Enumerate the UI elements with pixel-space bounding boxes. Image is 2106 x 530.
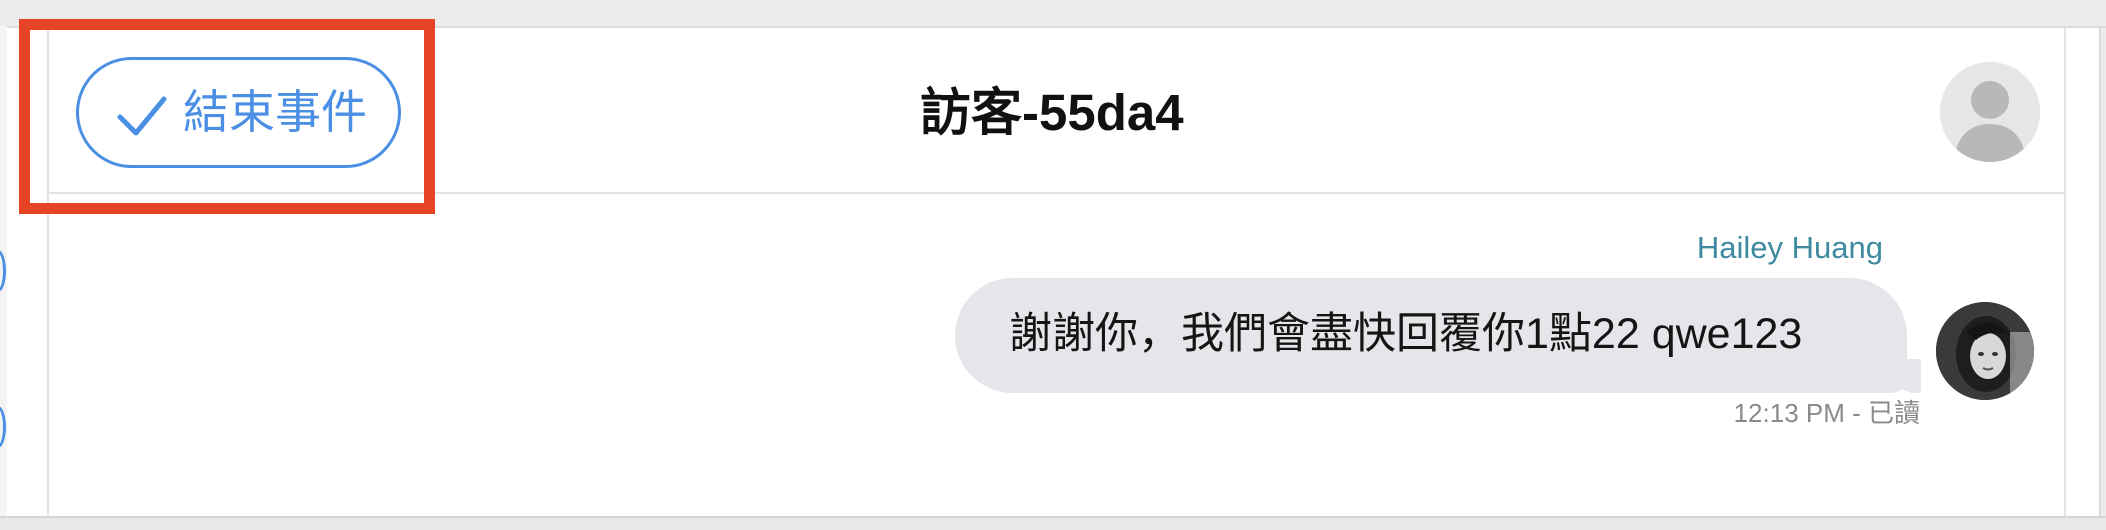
bubble-tail [1887,359,1921,393]
conversation-title: 訪客-55da4 [920,84,1184,141]
agent-photo-avatar [1936,302,2034,400]
left-panel-indicator[interactable] [0,250,6,292]
left-panel-edge [0,26,7,516]
message-sender-name: Hailey Huang [1696,230,1883,265]
message-bubble: 謝謝你，我們會盡快回覆你1點22 qwe123 [955,278,1921,393]
divider [2064,28,2066,516]
resolve-conversation-button[interactable]: 結束事件 [76,57,401,168]
agent-avatar[interactable] [1936,302,2034,400]
check-icon [117,96,167,136]
resolve-button-label: 結束事件 [183,86,367,138]
visitor-avatar[interactable] [1940,62,2040,162]
message-text: 謝謝你，我們會盡快回覆你1點22 qwe123 [1009,310,1803,358]
window-top-strip [0,0,2106,28]
message-timestamp-status: 12:13 PM - 已讀 [1733,398,1920,428]
left-panel-indicator[interactable] [0,406,6,448]
user-silhouette-icon [1940,62,2040,162]
